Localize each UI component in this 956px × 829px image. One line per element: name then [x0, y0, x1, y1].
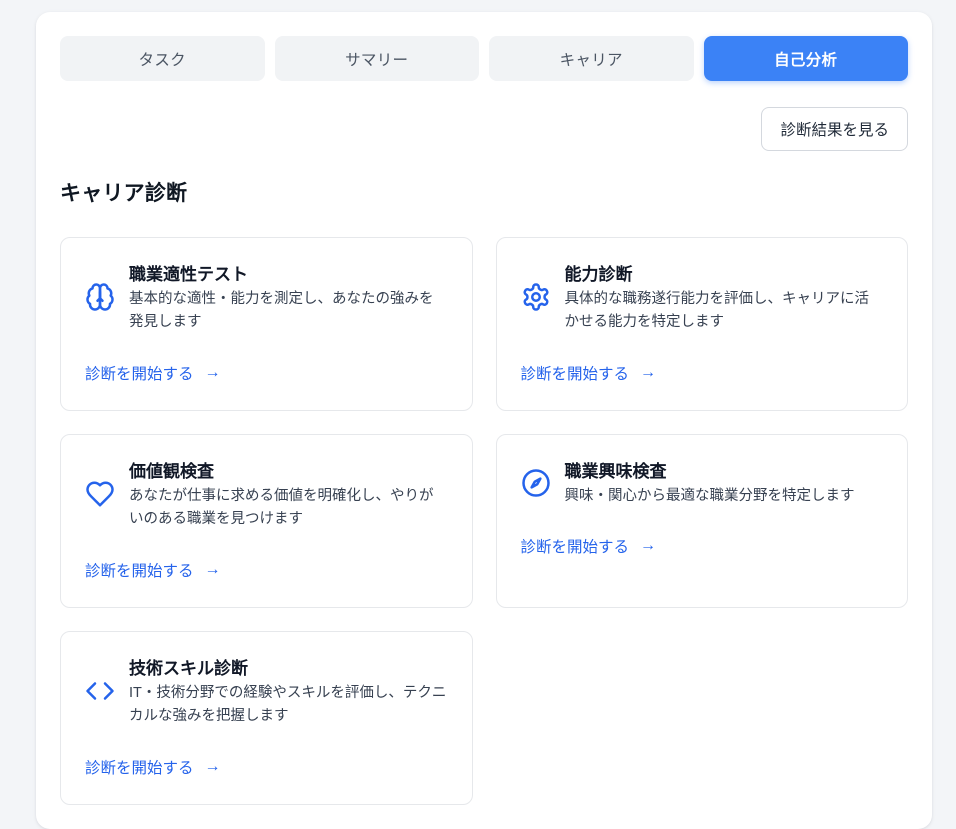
diagnosis-card-grid: 職業適性テスト 基本的な適性・能力を測定し、あなたの強みを発見します 診断を開始…: [60, 237, 908, 805]
arrow-right-icon: →: [640, 538, 656, 554]
tab-self-analysis[interactable]: 自己分析: [704, 36, 909, 81]
actions-row: 診断結果を見る: [60, 107, 908, 151]
view-results-button[interactable]: 診断結果を見る: [761, 107, 908, 151]
card-title: 職業適性テスト: [129, 260, 448, 285]
card-description: あなたが仕事に求める価値を明確化し、やりがいのある職業を見つけます: [129, 485, 448, 532]
card-ability-diagnosis: 能力診断 具体的な職務遂行能力を評価し、キャリアに活かせる能力を特定します 診断…: [496, 237, 909, 411]
page-title: キャリア診断: [60, 177, 908, 207]
arrow-right-icon: →: [640, 365, 656, 381]
card-description: 具体的な職務遂行能力を評価し、キャリアに活かせる能力を特定します: [565, 288, 884, 335]
card-title: 職業興味検査: [565, 457, 884, 482]
brain-icon: [85, 282, 115, 312]
card-description: IT・技術分野での経験やスキルを評価し、テクニカルな強みを把握します: [129, 682, 448, 729]
start-diagnosis-link[interactable]: 診断を開始する →: [521, 362, 657, 384]
card-title: 価値観検査: [129, 457, 448, 482]
card-technical-skill: 技術スキル診断 IT・技術分野での経験やスキルを評価し、テクニカルな強みを把握し…: [60, 631, 473, 805]
start-diagnosis-link[interactable]: 診断を開始する →: [521, 535, 657, 557]
arrow-right-icon: →: [205, 365, 221, 381]
card-description: 基本的な適性・能力を測定し、あなたの強みを発見します: [129, 288, 448, 335]
arrow-right-icon: →: [205, 759, 221, 775]
card-description: 興味・関心から最適な職業分野を特定します: [565, 485, 884, 508]
tab-summary[interactable]: サマリー: [275, 36, 480, 81]
card-title: 技術スキル診断: [129, 654, 448, 679]
gear-icon: [521, 282, 551, 312]
card-aptitude-test: 職業適性テスト 基本的な適性・能力を測定し、あなたの強みを発見します 診断を開始…: [60, 237, 473, 411]
card-interest-test: 職業興味検査 興味・関心から最適な職業分野を特定します 診断を開始する →: [496, 434, 909, 608]
start-diagnosis-link[interactable]: 診断を開始する →: [85, 559, 221, 581]
code-icon: [85, 676, 115, 706]
tab-career[interactable]: キャリア: [489, 36, 694, 81]
start-diagnosis-link[interactable]: 診断を開始する →: [85, 756, 221, 778]
heart-icon: [85, 479, 115, 509]
start-diagnosis-link[interactable]: 診断を開始する →: [85, 362, 221, 384]
arrow-right-icon: →: [205, 562, 221, 578]
card-values-test: 価値観検査 あなたが仕事に求める価値を明確化し、やりがいのある職業を見つけます …: [60, 434, 473, 608]
compass-icon: [521, 468, 551, 498]
main-panel: タスク サマリー キャリア 自己分析 診断結果を見る キャリア診断 職業適性テス…: [36, 12, 932, 829]
tab-bar: タスク サマリー キャリア 自己分析: [60, 36, 908, 81]
tab-tasks[interactable]: タスク: [60, 36, 265, 81]
card-title: 能力診断: [565, 260, 884, 285]
